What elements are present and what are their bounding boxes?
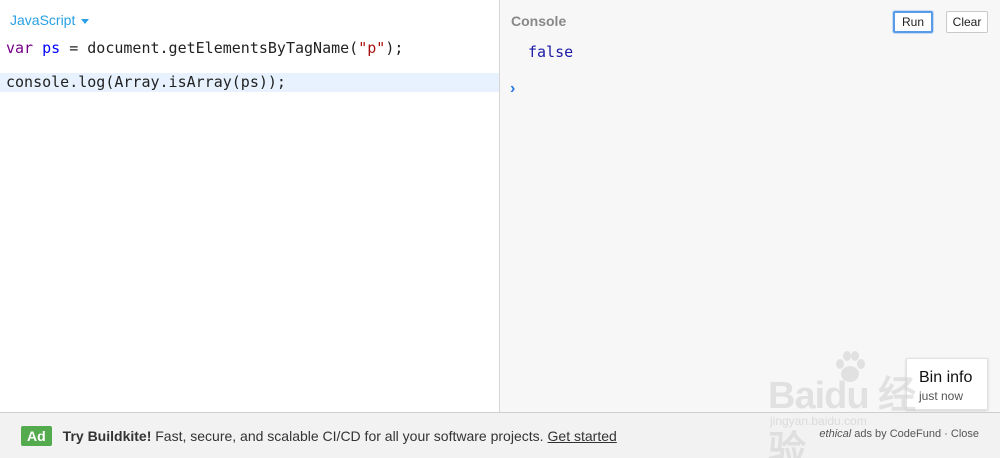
console-pane: Console Run Clear false › bbox=[500, 0, 1000, 412]
ad-meta-rest: ads by CodeFund · bbox=[851, 428, 951, 440]
ad-bar: Ad Try Buildkite! Fast, secure, and scal… bbox=[0, 412, 1000, 458]
bin-info-button[interactable]: Bin info just now bbox=[906, 358, 988, 410]
console-prompt-icon[interactable]: › bbox=[510, 80, 515, 98]
code-line-2[interactable] bbox=[0, 58, 499, 73]
ad-close-link[interactable]: Close bbox=[951, 428, 979, 440]
language-selector[interactable]: JavaScript bbox=[10, 12, 90, 28]
ad-body: Fast, secure, and scalable CI/CD for all… bbox=[151, 427, 544, 444]
code-text: console.log(Array.isArray(ps)); bbox=[6, 73, 286, 91]
language-label: JavaScript bbox=[10, 12, 76, 28]
clear-button[interactable]: Clear bbox=[946, 11, 988, 33]
run-button[interactable]: Run bbox=[893, 11, 933, 33]
bin-info-subtitle: just now bbox=[919, 389, 964, 403]
editor-pane: JavaScript var ps = document.getElements… bbox=[0, 0, 500, 412]
console-output-line: false bbox=[528, 43, 574, 61]
code-end: ); bbox=[385, 39, 404, 57]
code-line-1[interactable]: var ps = document.getElementsByTagName("… bbox=[0, 39, 499, 58]
ad-badge: Ad bbox=[21, 425, 52, 446]
ad-meta: ethical ads by CodeFund · Close bbox=[819, 428, 979, 440]
caret-down-icon bbox=[81, 18, 90, 24]
bin-info-title: Bin info bbox=[919, 369, 973, 386]
ad-headline: Try Buildkite! bbox=[62, 427, 152, 444]
code-editor[interactable]: var ps = document.getElementsByTagName("… bbox=[0, 39, 499, 92]
code-line-3[interactable]: console.log(Array.isArray(ps)); bbox=[0, 73, 499, 92]
ad-get-started-link[interactable]: Get started bbox=[548, 428, 617, 444]
ad-meta-ethical[interactable]: ethical bbox=[819, 428, 851, 440]
console-title: Console bbox=[511, 13, 567, 29]
ad-text[interactable]: Try Buildkite! Fast, secure, and scalabl… bbox=[63, 428, 544, 444]
code-call: document.getElementsByTagName( bbox=[87, 39, 359, 57]
code-keyword: var bbox=[6, 39, 34, 57]
code-operator: = bbox=[60, 39, 88, 57]
code-variable: ps bbox=[42, 39, 61, 57]
code-string: "p" bbox=[358, 39, 386, 57]
